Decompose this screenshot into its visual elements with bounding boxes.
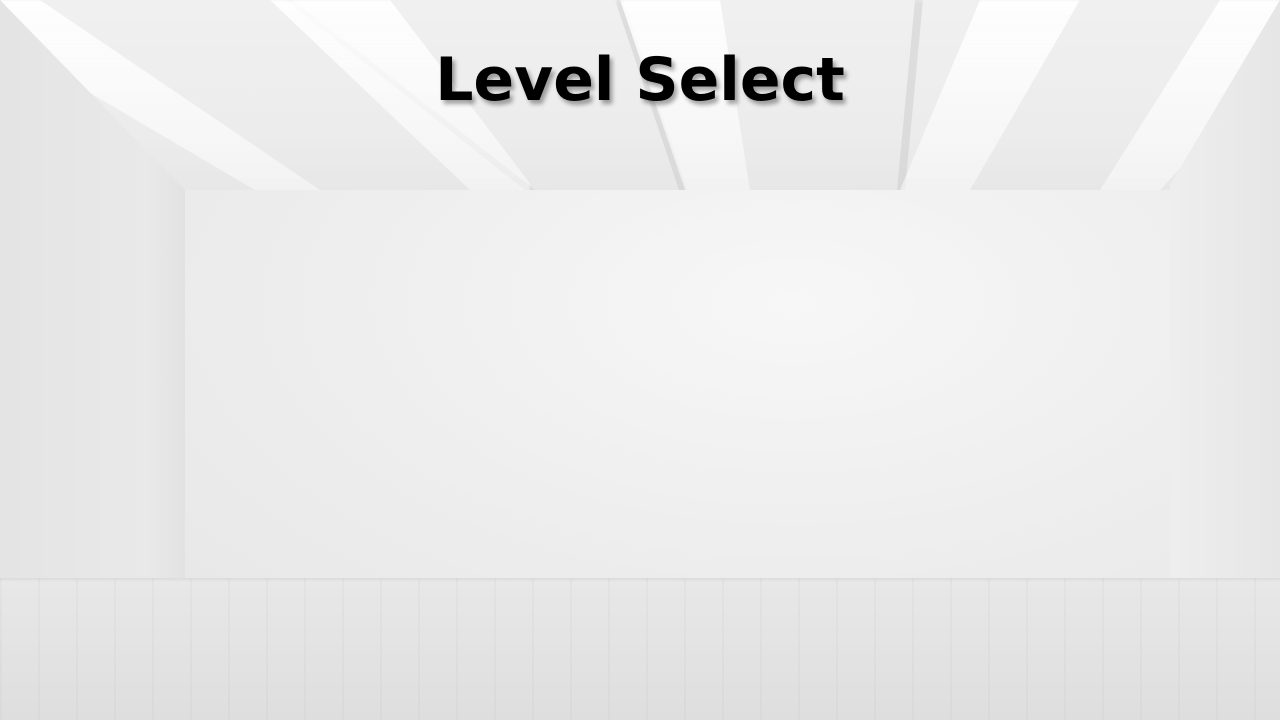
wooden-floor xyxy=(0,578,1280,720)
floor-edge xyxy=(0,578,1280,582)
page-title: Level Select xyxy=(435,45,845,115)
